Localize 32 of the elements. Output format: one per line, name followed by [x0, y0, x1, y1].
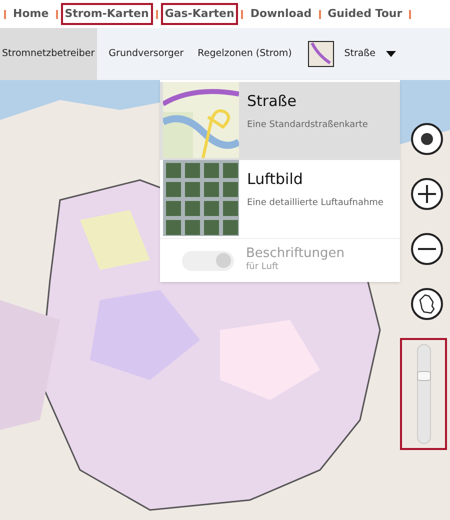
nav-separator — [409, 10, 412, 18]
option-description: Eine Standardstraßenkarte — [247, 118, 368, 132]
nav-separator — [56, 10, 58, 18]
caret-icon — [386, 51, 396, 57]
option-title: Luftbild — [247, 169, 304, 190]
nav-link[interactable]: Home — [9, 2, 53, 26]
nav-separator — [241, 10, 244, 18]
country-outline-icon — [419, 294, 435, 314]
option-title: Straße — [247, 91, 298, 112]
layer-tab[interactable]: Stromnetzbetreiber — [0, 28, 97, 80]
toggle-knob — [216, 253, 231, 268]
map-style-dropdown[interactable]: Straße — [308, 41, 396, 67]
toggle-label: Beschriftungen — [246, 246, 344, 262]
nav-link[interactable]: Gas-Karten — [160, 2, 238, 26]
road-map-icon — [308, 41, 334, 67]
option-description: Eine detaillierte Luftaufnahme — [247, 196, 384, 210]
layer-tab[interactable]: Grundversorger — [106, 28, 186, 80]
nav-separator — [318, 10, 321, 18]
nav-separator — [4, 10, 6, 18]
nav-separator — [156, 10, 158, 18]
nav-link[interactable]: Download — [246, 2, 316, 26]
nav-link[interactable]: Strom-Karten — [60, 2, 153, 26]
zoom-slider-track[interactable] — [416, 344, 430, 444]
layer-tab[interactable]: Regelzonen (Strom) — [196, 28, 294, 80]
zoom-slider-thumb[interactable] — [416, 370, 430, 381]
map-style-option[interactable]: Straße Eine Standardstraßenkarte — [160, 82, 400, 160]
target-icon — [420, 132, 434, 146]
toggle-sublabel: für Luft — [246, 261, 280, 274]
nav-link[interactable]: Guided Tour — [324, 2, 406, 26]
map-style-option[interactable]: Luftbild Eine detaillierte Luftaufnahme — [160, 160, 400, 238]
minus-icon — [418, 248, 436, 250]
plus-icon — [418, 185, 436, 203]
